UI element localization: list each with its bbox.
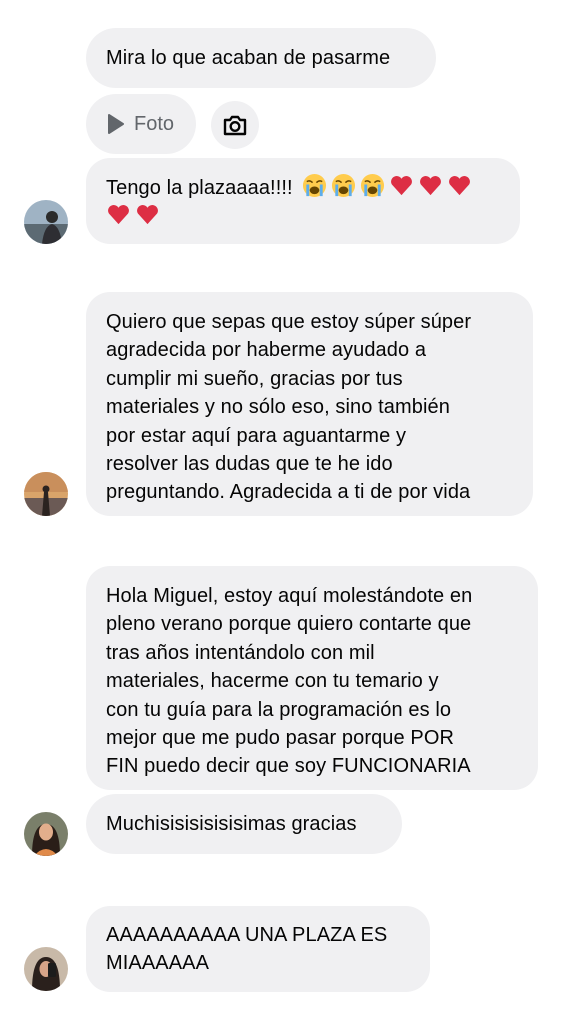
camera-icon xyxy=(223,115,247,136)
message-text: Muchisisisisisisimas gracias xyxy=(106,813,357,835)
message-bubble-6[interactable]: AAAAAAAAAA UNA PLAZA ES MIAAAAAA xyxy=(86,906,430,992)
crying-emoji-icon xyxy=(303,173,327,198)
message-bubble-5[interactable]: Muchisisisisisisimas gracias xyxy=(86,794,402,854)
red-heart-icon xyxy=(108,205,129,225)
message-text: Hola Miguel, estoy aquí molestándote en … xyxy=(106,585,473,778)
message-bubble-1[interactable]: Mira lo que acaban de pasarme xyxy=(86,28,436,88)
avatar[interactable] xyxy=(24,200,68,244)
message-bubble-4[interactable]: Hola Miguel, estoy aquí molestándote en … xyxy=(86,566,538,790)
message-text: Mira lo que acaban de pasarme xyxy=(106,47,391,69)
red-heart-icon xyxy=(449,176,471,196)
message-bubble-3[interactable]: Quiero que sepas que estoy súper súper a… xyxy=(86,292,533,516)
avatar[interactable] xyxy=(24,812,68,856)
red-heart-icon xyxy=(137,205,158,225)
avatar[interactable] xyxy=(24,472,68,516)
message-text: Tengo la plazaaaa!!!! xyxy=(106,173,500,231)
crying-emoji-icon xyxy=(361,173,385,198)
play-icon xyxy=(108,114,124,134)
message-text: Quiero que sepas que estoy súper súper a… xyxy=(106,311,472,504)
message-bubble-2[interactable]: Tengo la plazaaaa!!!! xyxy=(86,158,520,244)
avatar[interactable] xyxy=(24,947,68,991)
message-text: AAAAAAAAAA UNA PLAZA ES MIAAAAAA xyxy=(106,924,388,975)
red-heart-icon xyxy=(420,176,442,196)
camera-button[interactable] xyxy=(211,101,259,149)
photo-label: Foto xyxy=(134,112,175,135)
photo-attachment[interactable]: Foto xyxy=(86,94,196,154)
crying-emoji-icon xyxy=(332,173,356,198)
red-heart-icon xyxy=(391,176,413,196)
